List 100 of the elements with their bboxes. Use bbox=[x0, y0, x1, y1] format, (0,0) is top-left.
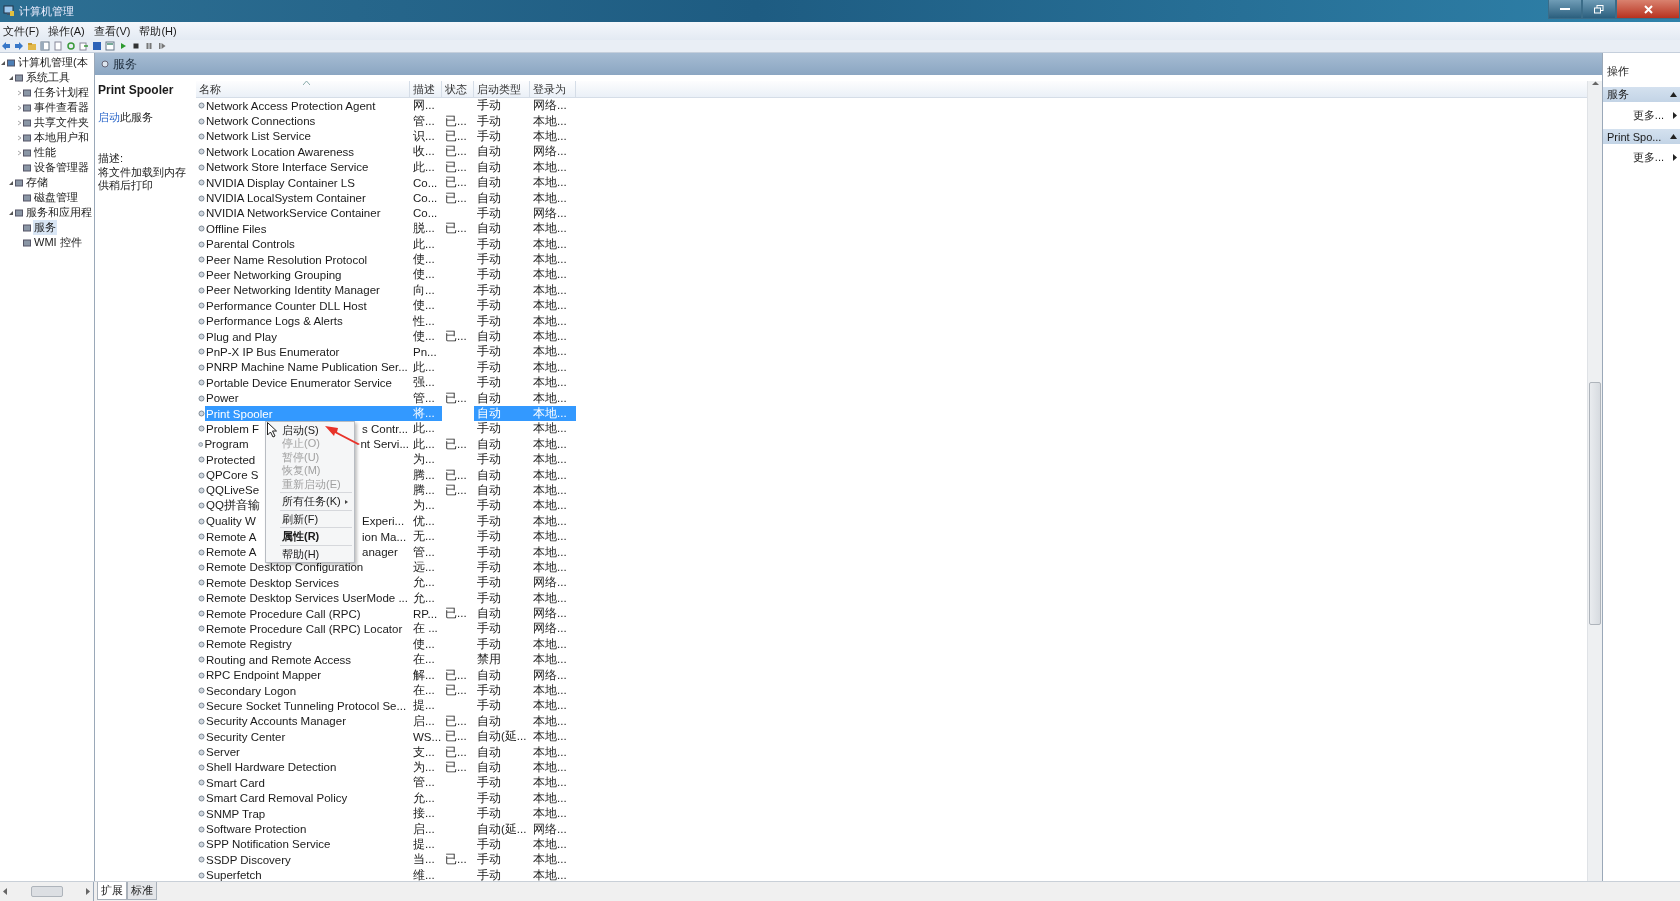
service-name[interactable]: Protected bbox=[205, 453, 257, 466]
service-name[interactable]: QQLiveSe bbox=[205, 484, 261, 497]
service-name[interactable]: SPP Notification Service bbox=[205, 838, 332, 851]
action-link[interactable]: 更多... bbox=[1632, 150, 1664, 165]
service-name[interactable]: Performance Logs & Alerts bbox=[205, 315, 344, 328]
service-name[interactable]: Peer Networking Grouping bbox=[205, 269, 343, 281]
service-name[interactable]: Peer Networking Identity Manager bbox=[205, 284, 381, 297]
vertical-scrollbar[interactable] bbox=[1587, 81, 1602, 881]
service-name[interactable]: Quality W bbox=[205, 515, 257, 528]
column-header[interactable]: 登录为 bbox=[530, 81, 576, 97]
tree-item[interactable]: 磁盘管理 bbox=[33, 190, 79, 205]
expanded-icon[interactable] bbox=[1, 59, 6, 66]
service-name[interactable]: Remote Procedure Call (RPC) Locator bbox=[205, 622, 404, 635]
collapse-icon[interactable] bbox=[1670, 134, 1677, 139]
column-header[interactable]: 状态 bbox=[442, 81, 474, 97]
tree-item[interactable]: WMI 控件 bbox=[33, 235, 83, 250]
service-name[interactable]: Smart Card Removal Policy bbox=[205, 792, 349, 805]
menu-item[interactable]: 启动(S) bbox=[266, 423, 354, 437]
scroll-right-icon[interactable] bbox=[86, 888, 90, 895]
start-link[interactable]: 启动 bbox=[98, 111, 120, 123]
service-name[interactable]: Smart Card bbox=[205, 776, 266, 789]
service-name[interactable]: Secondary Logon bbox=[205, 684, 298, 697]
view-tab[interactable]: 扩展 bbox=[97, 882, 127, 900]
service-name[interactable]: PNRP Machine Name Publication Ser... bbox=[205, 361, 409, 374]
collapse-icon[interactable] bbox=[1670, 92, 1677, 97]
menu-item[interactable]: 刷新(F) bbox=[266, 512, 354, 526]
service-name[interactable]: Network Connections bbox=[205, 115, 317, 128]
service-name[interactable]: NVIDIA NetworkService Container bbox=[205, 207, 382, 220]
expanded-icon[interactable] bbox=[9, 209, 14, 216]
service-name[interactable]: Remote Desktop Configuration bbox=[205, 561, 365, 574]
service-name[interactable]: Performance Counter DLL Host bbox=[205, 299, 368, 312]
menu-item[interactable]: 帮助(H) bbox=[266, 547, 354, 561]
tree-item[interactable]: 事件查看器 bbox=[33, 100, 90, 115]
service-name[interactable]: Program bbox=[203, 438, 250, 451]
service-name[interactable]: Server bbox=[205, 746, 241, 759]
service-name[interactable]: Software Protection bbox=[205, 823, 308, 836]
service-name[interactable]: Power bbox=[205, 392, 240, 405]
service-name[interactable]: Security Center bbox=[205, 730, 287, 743]
tree-item[interactable]: 服务 bbox=[33, 220, 57, 235]
service-name[interactable]: Remote Desktop Services UserMode ... bbox=[205, 592, 409, 605]
service-name[interactable]: Offline Files bbox=[205, 222, 268, 235]
service-name[interactable]: SSDP Discovery bbox=[205, 853, 292, 866]
menu-item[interactable]: 帮助(H) bbox=[138, 23, 178, 39]
service-name[interactable]: QPCore S bbox=[205, 469, 260, 482]
service-name[interactable]: Secure Socket Tunneling Protocol Se... bbox=[205, 699, 408, 712]
view-tab[interactable]: 标准 bbox=[127, 882, 157, 900]
tree-item[interactable]: 计算机管理(本 bbox=[17, 55, 89, 70]
service-name[interactable]: Routing and Remote Access bbox=[205, 653, 353, 666]
horizontal-scrollbar[interactable] bbox=[0, 882, 94, 901]
tree-item[interactable]: 性能 bbox=[33, 145, 57, 160]
tree-item[interactable]: 服务和应用程 bbox=[25, 205, 93, 220]
menu-item[interactable]: 文件(F) bbox=[2, 23, 41, 39]
service-name[interactable]: Plug and Play bbox=[205, 330, 278, 343]
minimize-button[interactable] bbox=[1548, 0, 1582, 19]
service-name[interactable]: Problem F bbox=[205, 422, 261, 435]
column-header[interactable]: 名称 bbox=[196, 81, 410, 97]
service-name[interactable]: Remote A bbox=[205, 530, 258, 543]
scroll-left-icon[interactable] bbox=[3, 888, 7, 895]
service-name[interactable]: Remote Desktop Services bbox=[205, 576, 340, 589]
close-button[interactable] bbox=[1616, 0, 1680, 19]
tree-item[interactable]: 共享文件夹 bbox=[33, 115, 90, 130]
service-name[interactable]: SNMP Trap bbox=[205, 807, 267, 820]
service-name[interactable]: Network Access Protection Agent bbox=[205, 99, 377, 112]
expanded-icon[interactable] bbox=[9, 74, 14, 81]
column-header[interactable]: 启动类型 bbox=[474, 81, 530, 97]
service-name[interactable]: Remote Procedure Call (RPC) bbox=[205, 607, 362, 620]
service-name[interactable]: Network List Service bbox=[205, 130, 312, 143]
service-name[interactable]: Shell Hardware Detection bbox=[205, 761, 338, 774]
service-name[interactable]: Remote Registry bbox=[205, 638, 293, 651]
service-name[interactable]: NVIDIA LocalSystem Container bbox=[205, 192, 367, 205]
service-name[interactable]: Remote A bbox=[205, 546, 258, 558]
actions-section-header[interactable]: 服务 bbox=[1603, 87, 1680, 102]
menu-item[interactable]: 所有任务(K) bbox=[266, 494, 354, 509]
expanded-icon[interactable] bbox=[9, 179, 14, 186]
service-name[interactable]: NVIDIA Display Container LS bbox=[205, 176, 356, 189]
actions-section-header[interactable]: Print Spo... bbox=[1603, 129, 1680, 144]
service-name[interactable]: QQ拼音输 bbox=[205, 498, 261, 514]
service-name[interactable]: Peer Name Resolution Protocol bbox=[205, 253, 369, 266]
column-header[interactable]: 描述 bbox=[410, 81, 442, 97]
menu-item[interactable]: 属性(R) bbox=[266, 529, 354, 544]
service-name[interactable]: Parental Controls bbox=[205, 238, 296, 251]
menu-item[interactable]: 操作(A) bbox=[47, 23, 86, 39]
menu-item[interactable]: 查看(V) bbox=[92, 23, 132, 39]
tree-item[interactable]: 任务计划程 bbox=[33, 85, 90, 100]
scroll-up-icon[interactable] bbox=[1591, 81, 1599, 86]
service-name[interactable]: Network Location Awareness bbox=[205, 145, 356, 158]
tree-item[interactable]: 系统工具 bbox=[25, 70, 71, 85]
service-name[interactable]: PnP-X IP Bus Enumerator bbox=[205, 345, 341, 358]
service-name[interactable]: Network Store Interface Service bbox=[205, 161, 370, 174]
tree-item[interactable]: 设备管理器 bbox=[33, 160, 90, 175]
service-name[interactable]: Security Accounts Manager bbox=[205, 715, 347, 728]
service-name[interactable]: RPC Endpoint Mapper bbox=[205, 669, 323, 682]
scroll-thumb[interactable] bbox=[1589, 382, 1601, 625]
service-name[interactable]: Superfetch bbox=[205, 869, 263, 882]
tree-item[interactable]: 本地用户和 bbox=[33, 130, 90, 145]
service-name[interactable]: Portable Device Enumerator Service bbox=[205, 376, 393, 389]
restore-button[interactable] bbox=[1582, 0, 1616, 19]
scroll-thumb[interactable] bbox=[30, 886, 63, 897]
action-link[interactable]: 更多... bbox=[1632, 108, 1664, 123]
tree-item[interactable]: 存储 bbox=[25, 175, 49, 190]
